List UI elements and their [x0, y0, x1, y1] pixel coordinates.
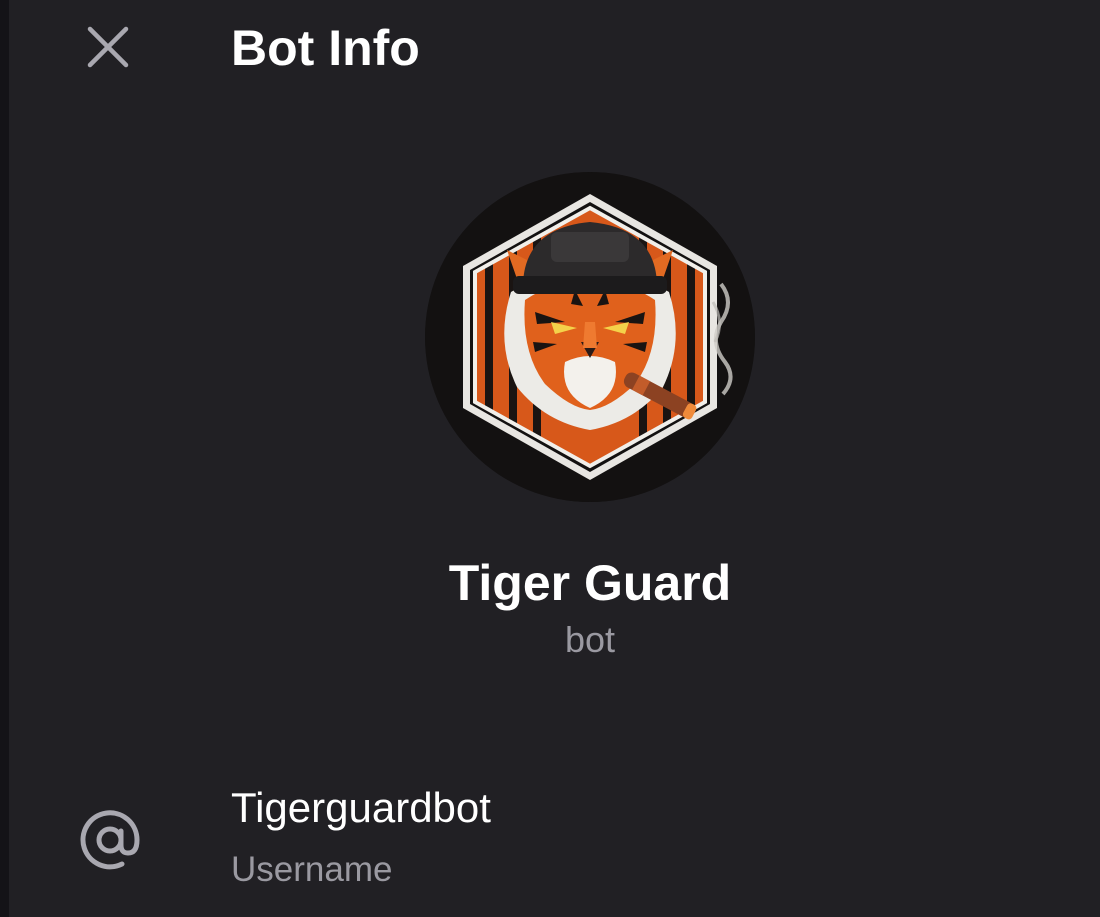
username-row[interactable]: Tigerguardbot Username — [0, 770, 1100, 910]
page-title: Bot Info — [231, 20, 420, 76]
bot-name: Tiger Guard — [448, 555, 732, 611]
at-sign-icon — [72, 802, 148, 878]
close-button[interactable] — [76, 15, 140, 79]
bot-info-panel: Bot Info Tiger Guard bot Tigerguardbot U… — [0, 0, 1100, 917]
close-icon — [87, 26, 129, 68]
tiger-avatar-icon — [425, 172, 755, 502]
header: Bot Info — [0, 0, 1100, 96]
avatar[interactable] — [425, 172, 755, 502]
bot-status: bot — [564, 619, 616, 660]
username-label: Username — [231, 850, 393, 889]
username-value: Tigerguardbot — [231, 784, 491, 831]
